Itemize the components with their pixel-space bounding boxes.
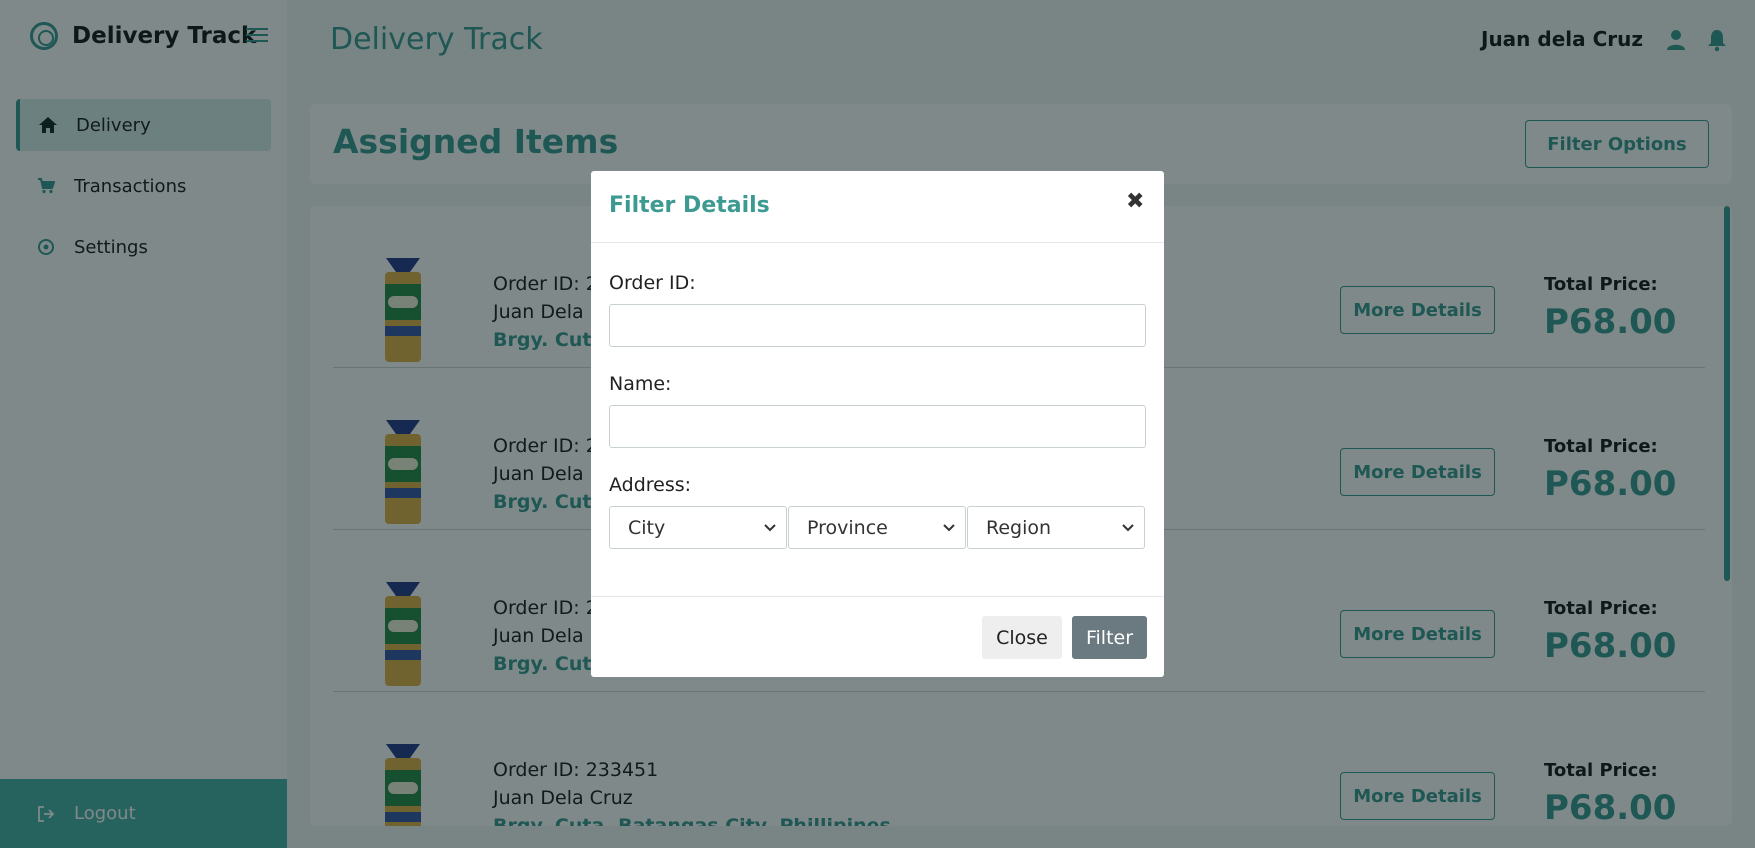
city-select-value: City [628, 516, 666, 539]
province-select-value: Province [807, 516, 888, 539]
address-selects: City Province Region [609, 506, 1146, 549]
close-button[interactable]: Close [982, 616, 1062, 659]
filter-button[interactable]: Filter [1072, 616, 1147, 659]
close-icon[interactable]: ✖ [1126, 189, 1144, 214]
chevron-down-icon [943, 521, 955, 535]
name-label: Name: [609, 373, 672, 395]
order-id-input[interactable] [609, 304, 1146, 347]
modal-title: Filter Details [609, 193, 770, 218]
region-select[interactable]: Region [967, 506, 1145, 549]
chevron-down-icon [1122, 521, 1134, 535]
chevron-down-icon [764, 521, 776, 535]
city-select[interactable]: City [609, 506, 787, 549]
region-select-value: Region [986, 516, 1052, 539]
address-label: Address: [609, 474, 692, 496]
order-id-label: Order ID: [609, 272, 696, 294]
name-input[interactable] [609, 405, 1146, 448]
filter-details-modal: Filter Details ✖ Order ID: Name: Address… [591, 171, 1164, 677]
modal-footer: Close Filter [591, 596, 1164, 677]
modal-body: Order ID: Name: Address: City Province R… [609, 243, 1146, 549]
modal-header: Filter Details ✖ [591, 171, 1164, 243]
province-select[interactable]: Province [788, 506, 966, 549]
